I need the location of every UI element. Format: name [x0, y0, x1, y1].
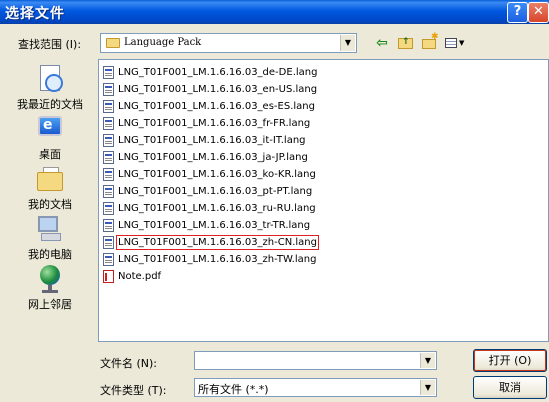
look-in-value: Language Pack — [124, 37, 202, 48]
window-title: 选择文件 — [5, 6, 65, 22]
close-icon: ✕ — [533, 4, 544, 19]
look-in-label: 查找范围 (I): — [18, 38, 82, 51]
close-button[interactable]: ✕ — [528, 2, 549, 23]
pdf-icon — [103, 270, 114, 283]
file-type-label: 文件类型 (T): — [100, 384, 167, 397]
file-name: LNG_T01F001_LM.1.6.16.03_ru-RU.lang — [118, 203, 316, 214]
file-list[interactable]: LNG_T01F001_LM.1.6.16.03_de-DE.lang LNG_… — [98, 59, 549, 342]
recent-documents-icon — [35, 64, 65, 94]
document-icon — [103, 202, 114, 215]
file-name: LNG_T01F001_LM.1.6.16.03_pt-PT.lang — [118, 186, 313, 197]
file-name: LNG_T01F001_LM.1.6.16.03_de-DE.lang — [118, 67, 318, 78]
document-icon — [103, 236, 114, 249]
document-icon — [103, 100, 114, 113]
my-documents-icon — [35, 164, 65, 194]
place-recent-documents[interactable]: 我最近的文档 — [6, 64, 94, 112]
new-folder-button[interactable]: ✱ — [419, 33, 439, 53]
document-icon — [103, 66, 114, 79]
place-label: 我的电脑 — [28, 248, 72, 261]
help-icon: ? — [513, 4, 522, 19]
file-name-label: 文件名 (N): — [100, 357, 158, 370]
file-name: LNG_T01F001_LM.1.6.16.03_en-US.lang — [118, 84, 318, 95]
view-menu-button[interactable]: ▼ — [443, 33, 467, 53]
chevron-down-icon[interactable]: ▼ — [420, 380, 435, 395]
network-places-icon — [35, 264, 65, 294]
file-name: LNG_T01F001_LM.1.6.16.03_it-IT.lang — [118, 135, 306, 146]
document-icon — [103, 117, 114, 130]
up-one-level-button[interactable]: ↑ — [395, 33, 415, 53]
place-my-computer[interactable]: 我的电脑 — [6, 214, 94, 262]
document-icon — [103, 219, 114, 232]
file-name-field[interactable]: ▼ — [194, 351, 437, 370]
document-icon — [103, 83, 114, 96]
help-button[interactable]: ? — [507, 2, 528, 23]
file-type-value: 所有文件 (*.*) — [198, 383, 269, 396]
desktop-icon: e — [35, 114, 65, 144]
place-label: 网上邻居 — [28, 298, 72, 311]
file-type-dropdown[interactable]: 所有文件 (*.*) ▼ — [194, 378, 437, 397]
place-network[interactable]: 网上邻居 — [6, 264, 94, 312]
document-icon — [103, 134, 114, 147]
chevron-down-icon[interactable]: ▼ — [420, 353, 435, 368]
title-bar: 选择文件 ? ✕ — [0, 0, 549, 24]
back-arrow-icon: ⇦ — [376, 35, 388, 51]
file-name: LNG_T01F001_LM.1.6.16.03_zh-TW.lang — [118, 254, 317, 265]
place-label: 我最近的文档 — [17, 98, 83, 111]
place-label: 我的文档 — [28, 198, 72, 211]
file-name: LNG_T01F001_LM.1.6.16.03_ja-JP.lang — [118, 152, 308, 163]
file-name: LNG_T01F001_LM.1.6.16.03_tr-TR.lang — [118, 220, 311, 231]
document-icon — [103, 185, 114, 198]
cancel-button[interactable]: 取消 — [473, 376, 547, 399]
chevron-down-icon[interactable]: ▼ — [340, 35, 355, 51]
back-button[interactable]: ⇦ — [372, 33, 392, 53]
place-label: 桌面 — [39, 148, 61, 161]
document-icon — [103, 151, 114, 164]
file-name: LNG_T01F001_LM.1.6.16.03_zh-CN.lang — [116, 235, 319, 250]
open-button[interactable]: 打开 (O) — [473, 349, 547, 372]
my-computer-icon — [35, 214, 65, 244]
document-icon — [103, 253, 114, 266]
file-name: LNG_T01F001_LM.1.6.16.03_ko-KR.lang — [118, 169, 316, 180]
view-menu-icon — [445, 38, 457, 48]
place-desktop[interactable]: e 桌面 — [6, 114, 94, 162]
document-icon — [103, 168, 114, 181]
folder-icon — [106, 38, 120, 48]
look-in-dropdown[interactable]: Language Pack ▼ — [100, 33, 357, 53]
place-my-documents[interactable]: 我的文档 — [6, 164, 94, 212]
file-name: LNG_T01F001_LM.1.6.16.03_es-ES.lang — [118, 101, 315, 112]
file-name: LNG_T01F001_LM.1.6.16.03_fr-FR.lang — [118, 118, 311, 129]
file-name: Note.pdf — [118, 271, 162, 282]
